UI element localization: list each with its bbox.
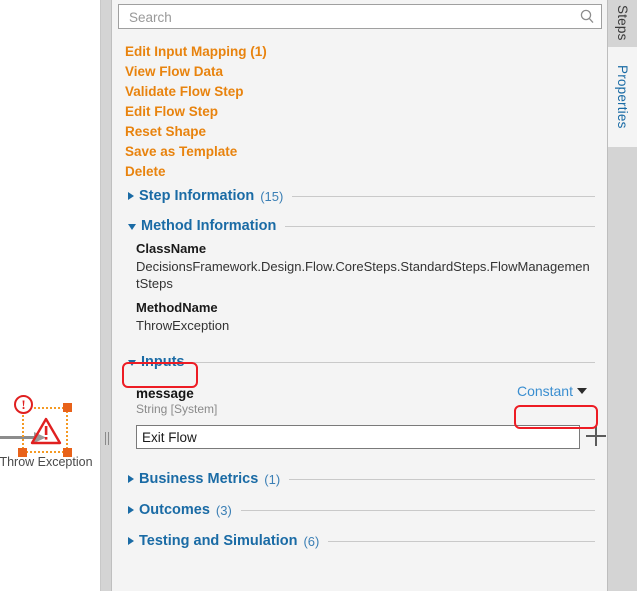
link-delete[interactable]: Delete [125,162,545,182]
tab-properties-label: Properties [615,65,630,129]
chevron-right-icon[interactable] [128,192,134,200]
section-divider [285,225,595,227]
section-title: Inputs [141,354,185,370]
section-header-inputs[interactable]: Inputs [112,352,607,372]
panel-splitter[interactable] [100,0,112,591]
search-box[interactable] [118,4,602,30]
vertical-grip-icon[interactable] [104,432,110,445]
link-validate-flow-step[interactable]: Validate Flow Step [125,82,545,102]
section-divider [292,195,595,197]
inputs-body: message String [System] Constant [112,374,607,449]
method-field-classname: ClassName DecisionsFramework.Design.Flow… [112,240,607,292]
section-header-method-information[interactable]: Method Information [112,216,607,236]
warning-triangle-icon [30,417,62,445]
chevron-down-icon[interactable] [128,360,136,366]
link-edit-input-mapping[interactable]: Edit Input Mapping (1) [125,42,545,62]
chevron-down-icon[interactable] [577,388,587,394]
section-count: (15) [260,188,284,204]
chevron-right-icon[interactable] [128,537,134,545]
tab-properties[interactable]: Properties [608,47,637,147]
input-value-row [136,425,607,449]
input-field-type: String [System] [136,402,218,416]
section-title: Step Information [139,188,255,204]
section-list: Step Information (15) Method Information… [112,186,607,553]
exclamation-circle-icon[interactable]: ! [14,395,33,414]
search-input[interactable] [127,5,571,30]
right-tab-strip: Steps Properties [607,0,637,591]
search-icon[interactable] [580,9,594,24]
section-divider [289,478,595,480]
action-link-list: Edit Input Mapping (1) View Flow Data Va… [125,42,545,182]
section-header-testing-and-simulation[interactable]: Testing and Simulation (6) [112,531,607,551]
constant-dropdown-label: Constant [516,383,573,399]
section-header-step-information[interactable]: Step Information (15) [112,186,607,206]
field-value: DecisionsFramework.Design.Flow.CoreSteps… [136,259,590,291]
chevron-down-icon[interactable] [128,224,136,230]
method-field-methodname: MethodName ThrowException [112,299,607,334]
field-value: ThrowException [136,318,230,333]
link-save-as-template[interactable]: Save as Template [125,142,545,162]
tab-steps-label: Steps [615,5,630,41]
section-count: (1) [264,471,281,487]
chevron-right-icon[interactable] [128,506,134,514]
resize-handle-top-right[interactable] [63,403,72,412]
flow-step-label: Throw Exception [0,455,93,469]
plus-icon[interactable] [586,426,606,446]
constant-dropdown[interactable]: Constant [517,383,587,399]
section-header-outcomes[interactable]: Outcomes (3) [112,500,607,520]
flow-canvas[interactable]: ! Throw Exception [0,0,100,591]
field-key: MethodName [136,300,218,315]
section-count: (6) [303,533,320,549]
field-key: ClassName [136,241,207,256]
section-title: Outcomes [139,502,210,518]
section-title: Testing and Simulation [139,533,298,549]
section-title: Method Information [141,218,277,234]
link-reset-shape[interactable]: Reset Shape [125,122,545,142]
flow-step-throw-exception[interactable]: ! [14,395,72,457]
section-header-business-metrics[interactable]: Business Metrics (1) [112,469,607,489]
section-count: (3) [215,502,232,518]
properties-panel: Edit Input Mapping (1) View Flow Data Va… [112,0,607,591]
section-divider [193,361,595,363]
link-edit-flow-step[interactable]: Edit Flow Step [125,102,545,122]
section-title: Business Metrics [139,471,259,487]
link-view-flow-data[interactable]: View Flow Data [125,62,545,82]
tab-steps[interactable]: Steps [608,0,637,46]
section-divider [240,509,595,511]
input-value-field[interactable] [136,425,580,449]
section-divider [328,540,595,542]
chevron-right-icon[interactable] [128,475,134,483]
